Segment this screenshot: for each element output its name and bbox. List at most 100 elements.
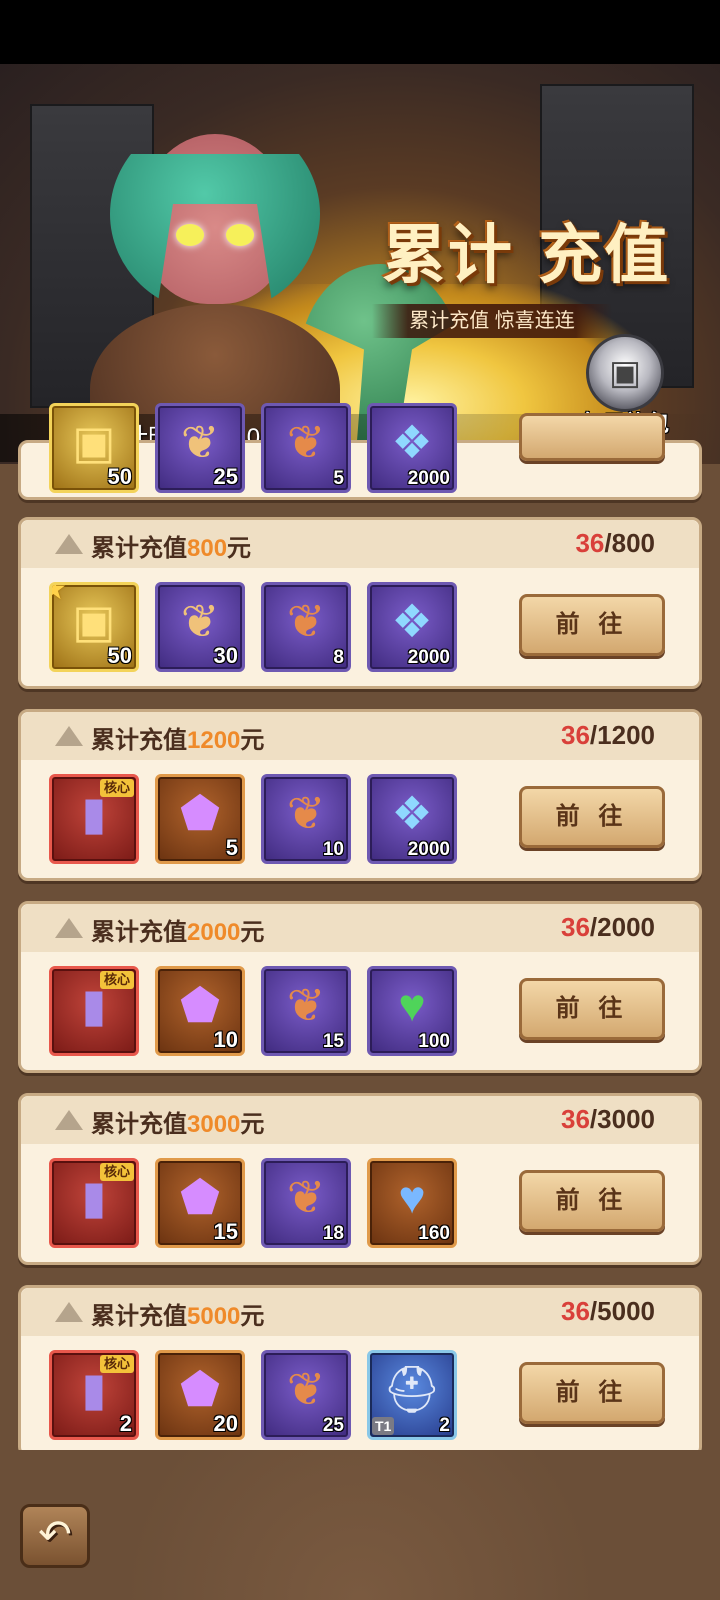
- reward-item[interactable]: ❦ 8: [261, 582, 351, 672]
- item-count: 2000: [407, 647, 450, 668]
- banner-subtitle: 累计充值 惊喜连连: [372, 304, 612, 338]
- chest-icon: ▣: [72, 416, 116, 468]
- tier-header: 累计充值1200元 36/1200: [21, 712, 699, 760]
- reward-item[interactable]: ❖ 2000: [367, 403, 457, 493]
- item-count: 2: [439, 1415, 450, 1436]
- go-button[interactable]: 前 往: [519, 786, 665, 848]
- reward-item[interactable]: ▮ 核心: [49, 1158, 139, 1248]
- helmet-icon: ⛑: [382, 1363, 442, 1415]
- item-count: 18: [322, 1223, 344, 1244]
- go-button[interactable]: [519, 413, 665, 461]
- tier-panel-5000: 累计充值5000元 36/5000 ▮ 核心 2 ⬟ 20 ❦ 25 ⛑ T1 …: [18, 1285, 702, 1457]
- scroll-icon: ❦: [286, 1363, 326, 1415]
- hero-eye-left: [176, 224, 204, 246]
- tier-progress: 36/2000: [561, 912, 655, 942]
- reward-item[interactable]: ★ ▣ 50: [49, 582, 139, 672]
- core-badge: 核心: [99, 1355, 134, 1373]
- reward-item[interactable]: ❦ 15: [261, 966, 351, 1056]
- reward-item[interactable]: ❦ 25: [155, 403, 245, 493]
- gem-icon: ⬟: [180, 1363, 220, 1415]
- go-button[interactable]: 前 往: [519, 594, 665, 656]
- gem-icon: ⬟: [180, 787, 220, 839]
- core-badge: 核心: [99, 971, 134, 989]
- reward-item[interactable]: ❦ 18: [261, 1158, 351, 1248]
- green-gem-icon: ♥: [398, 979, 426, 1031]
- reward-item[interactable]: ❦ 25: [261, 1350, 351, 1440]
- reward-item[interactable]: ⛑ T1 2: [367, 1350, 457, 1440]
- reward-item[interactable]: ❦ 5: [261, 403, 351, 493]
- tier-title: 累计充值3000元: [91, 1111, 265, 1138]
- scroll-icon: ❦: [286, 787, 326, 839]
- item-count: 50: [107, 643, 132, 668]
- scroll-icon: ❦: [180, 595, 220, 647]
- item-count: 100: [418, 1031, 450, 1052]
- tier-panel-3000: 累计充值3000元 36/3000 ▮ 核心 ⬟ 15 ❦ 18 ♥ 160 前…: [18, 1093, 702, 1265]
- hero-eye-right: [226, 224, 254, 246]
- go-button[interactable]: 前 往: [519, 978, 665, 1040]
- core-badge: 核心: [99, 1163, 134, 1181]
- tier-header: 累计充值5000元 36/5000: [21, 1288, 699, 1336]
- item-count: 15: [322, 1031, 344, 1052]
- reward-item[interactable]: ♥ 100: [367, 966, 457, 1056]
- reward-item[interactable]: ▮ 核心: [49, 966, 139, 1056]
- back-arrow-icon: ↶: [38, 1513, 72, 1557]
- reward-item[interactable]: ❖ 2000: [367, 582, 457, 672]
- tier-header: 累计充值800元 36/800: [21, 520, 699, 568]
- chest-icon: ▣: [72, 595, 116, 647]
- go-button[interactable]: 前 往: [519, 1170, 665, 1232]
- back-button[interactable]: ↶: [20, 1504, 90, 1568]
- item-count: 8: [333, 647, 344, 668]
- reward-item[interactable]: ⬟ 10: [155, 966, 245, 1056]
- reward-item[interactable]: ▮ 核心: [49, 774, 139, 864]
- tier-header: 累计充值3000元 36/3000: [21, 1096, 699, 1144]
- scroll-icon: ❦: [286, 595, 326, 647]
- banner-title: 累计 充值: [382, 219, 671, 293]
- status-bar: [0, 0, 720, 64]
- scroll-icon: ❦: [286, 1171, 326, 1223]
- reward-item[interactable]: ⬟ 15: [155, 1158, 245, 1248]
- tier-badge: T1: [372, 1417, 395, 1435]
- go-button[interactable]: 前 往: [519, 1362, 665, 1424]
- item-count: 50: [107, 464, 132, 489]
- crystal-icon: ❖: [391, 595, 433, 647]
- item-count: 10: [213, 1027, 238, 1052]
- scroll-icon: ❦: [286, 979, 326, 1031]
- tier-panel-1200: 累计充值1200元 36/1200 ▮ 核心 ⬟ 5 ❦ 10 ❖ 2000 前…: [18, 709, 702, 881]
- triangle-icon: [55, 1110, 83, 1130]
- reward-item[interactable]: ▮ 核心 2: [49, 1350, 139, 1440]
- tier-progress: 36/800: [575, 528, 655, 558]
- gem-icon: ⬟: [180, 1171, 220, 1223]
- treasure-chest-icon: ▣: [586, 334, 664, 412]
- reward-item[interactable]: ♥ 160: [367, 1158, 457, 1248]
- item-count: 20: [213, 1411, 238, 1436]
- reward-item[interactable]: ❦ 10: [261, 774, 351, 864]
- tier-panel-2000: 累计充值2000元 36/2000 ▮ 核心 ⬟ 10 ❦ 15 ♥ 100 前…: [18, 901, 702, 1073]
- tier-title: 累计充值2000元: [91, 919, 265, 946]
- reward-item[interactable]: ▣ 50: [49, 403, 139, 493]
- item-count: 2000: [407, 839, 450, 860]
- reward-item[interactable]: ⬟ 5: [155, 774, 245, 864]
- blue-gem-icon: ♥: [398, 1171, 426, 1223]
- tier-header: 累计充值2000元 36/2000: [21, 904, 699, 952]
- item-count: 2000: [407, 468, 450, 489]
- reward-item[interactable]: ⬟ 20: [155, 1350, 245, 1440]
- triangle-icon: [55, 534, 83, 554]
- scroll-icon: ❦: [286, 416, 326, 468]
- gem-icon: ⬟: [180, 979, 220, 1031]
- tier-panel-partial: ▣ 50 ❦ 25 ❦ 5 ❖ 2000: [18, 403, 702, 500]
- tier-title: 累计充值5000元: [91, 1303, 265, 1330]
- item-count: 10: [322, 839, 344, 860]
- triangle-icon: [55, 1302, 83, 1322]
- item-count: 30: [213, 643, 238, 668]
- item-count: 25: [213, 464, 238, 489]
- item-count: 15: [213, 1219, 238, 1244]
- reward-item[interactable]: ❖ 2000: [367, 774, 457, 864]
- bottom-background: [0, 1450, 720, 1600]
- tier-progress: 36/1200: [561, 720, 655, 750]
- crystal-icon: ❖: [391, 787, 433, 839]
- tier-title: 累计充值1200元: [91, 727, 265, 754]
- item-count: 5: [333, 468, 344, 489]
- triangle-icon: [55, 918, 83, 938]
- crystal-icon: ❖: [391, 416, 433, 468]
- reward-item[interactable]: ❦ 30: [155, 582, 245, 672]
